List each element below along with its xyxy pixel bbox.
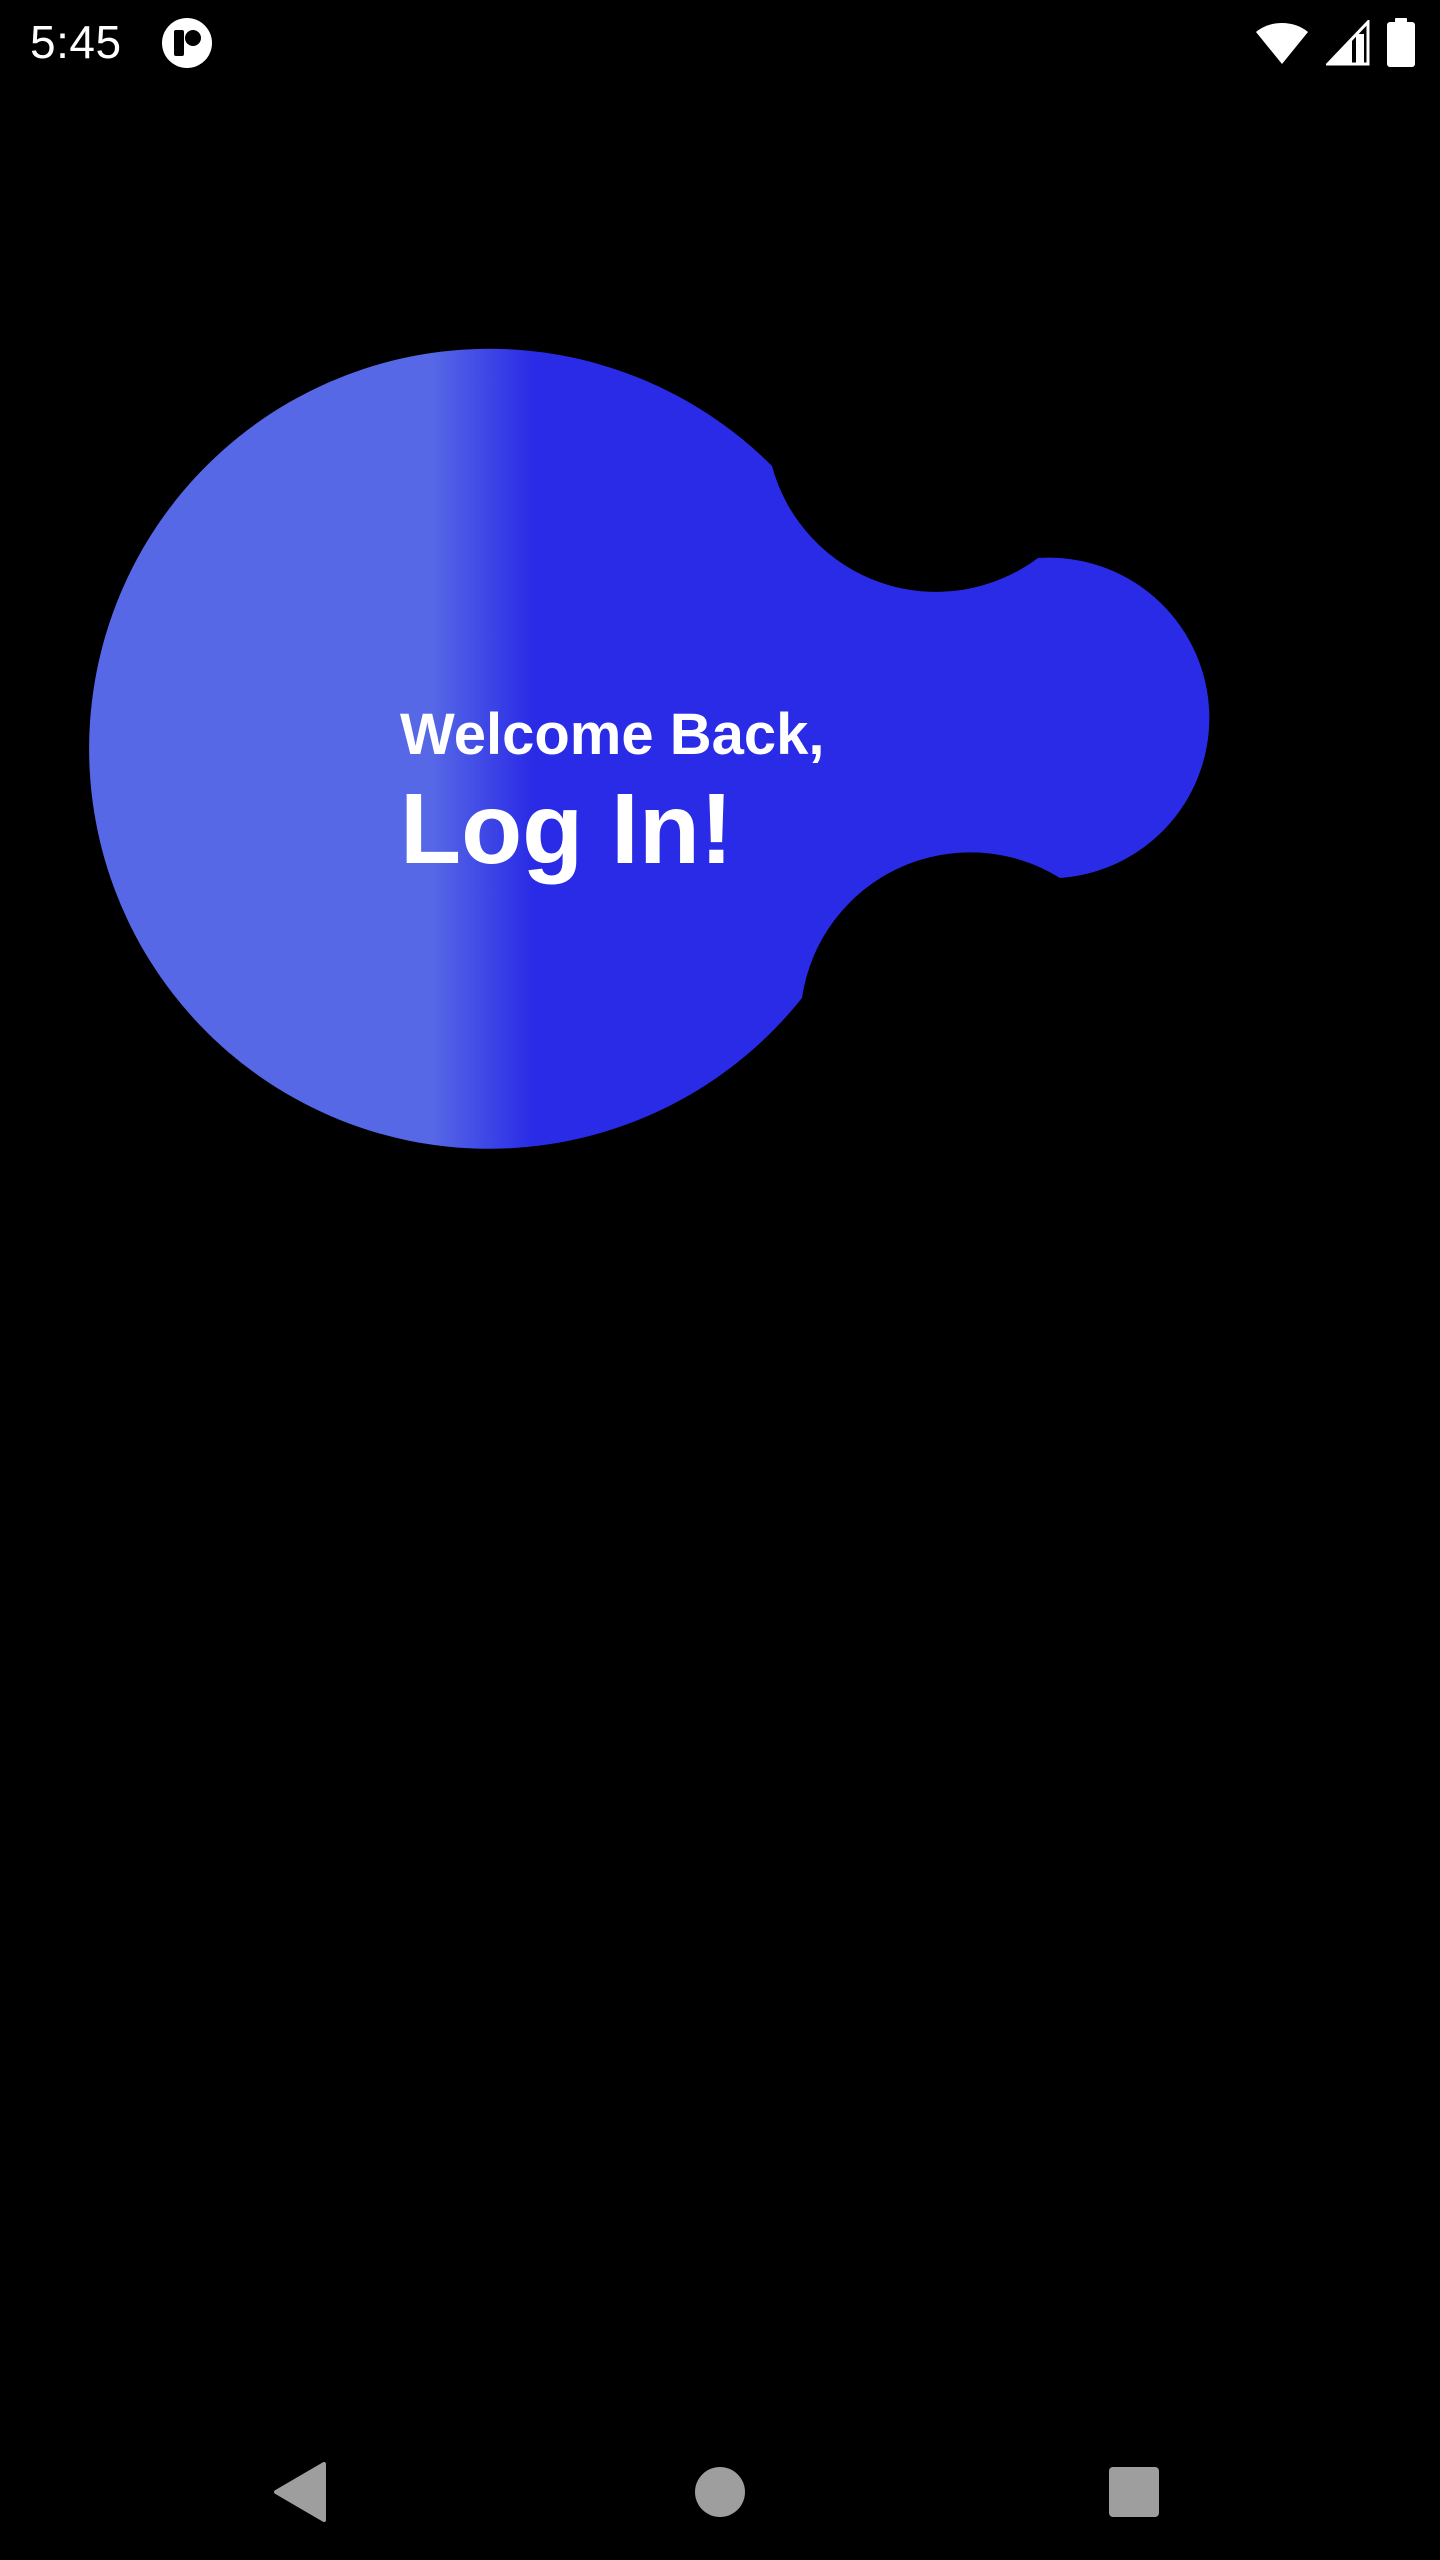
back-triangle-icon [274, 2462, 326, 2522]
hero-blob [89, 348, 1210, 1149]
login-title: Log In! [400, 773, 734, 885]
hero-text: Welcome Back, Log In! [400, 700, 1000, 884]
back-button[interactable] [232, 2424, 368, 2560]
welcome-subtitle: Welcome Back, [400, 702, 825, 767]
navigation-bar [0, 2424, 1440, 2560]
home-circle-icon [695, 2467, 745, 2517]
recents-square-icon [1109, 2467, 1159, 2517]
home-button[interactable] [652, 2424, 788, 2560]
recents-button[interactable] [1066, 2424, 1202, 2560]
